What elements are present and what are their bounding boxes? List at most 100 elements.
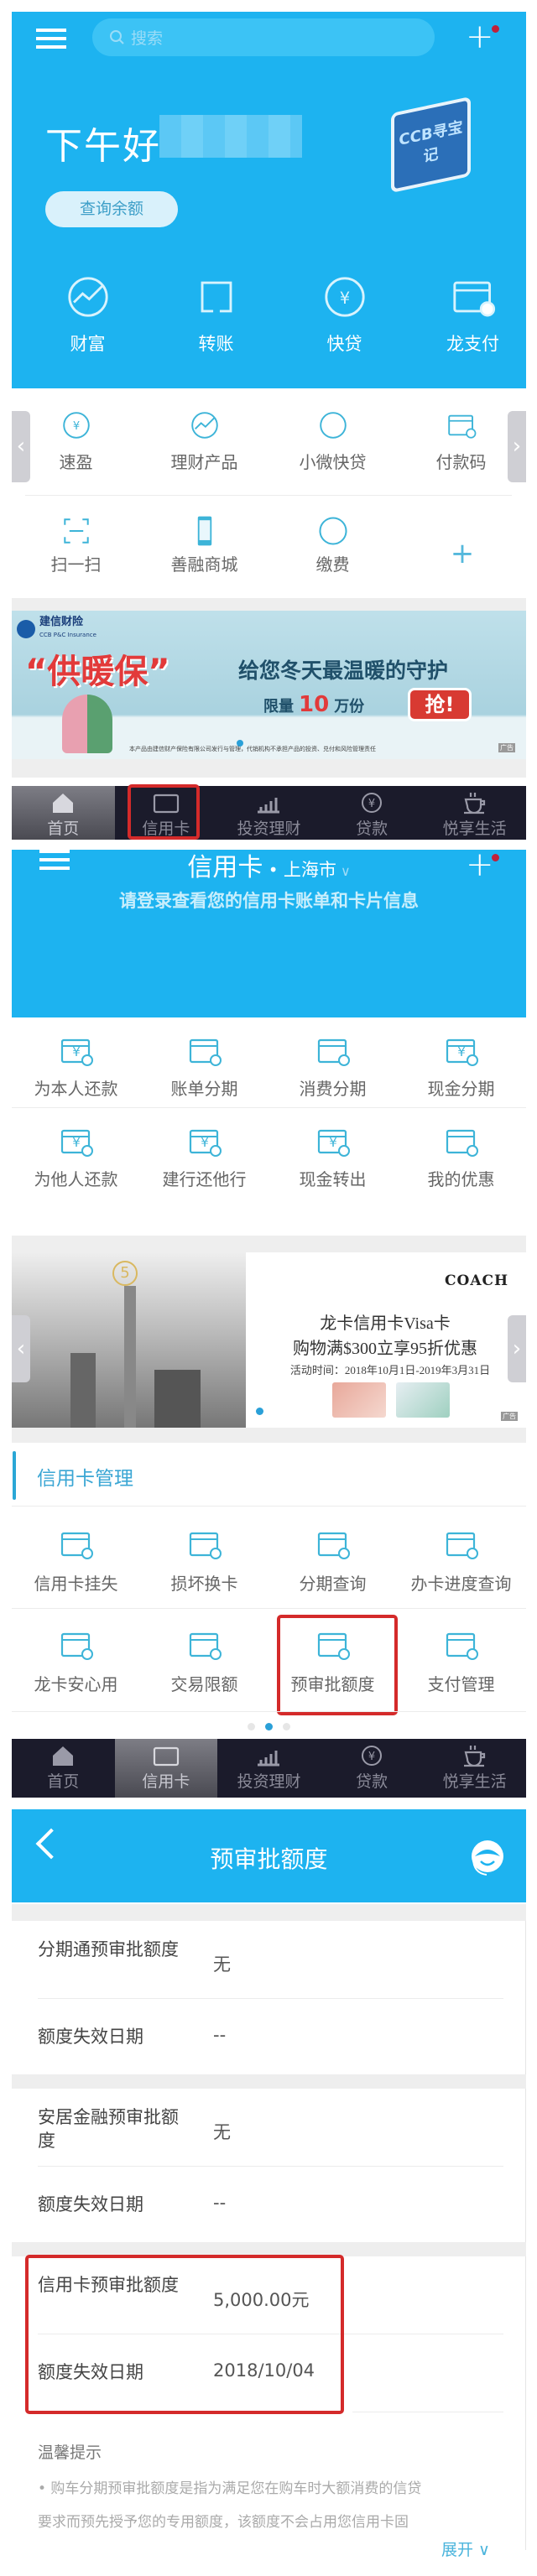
shortcut-phone-shop[interactable]: 善融商城 bbox=[140, 513, 268, 575]
carousel-prev-arrow[interactable]: ‹ bbox=[12, 1315, 30, 1382]
preapproval-limit-value: 无 bbox=[213, 1954, 231, 1975]
notification-dot bbox=[492, 25, 499, 33]
shortcut-installment-query[interactable]: 分期查询 bbox=[268, 1525, 397, 1595]
shortcut-repay-others[interactable]: ¥ 为他人还款 bbox=[12, 1122, 140, 1190]
shortcut-yuan-exchange[interactable]: ¥ 速盈 bbox=[12, 409, 140, 473]
tab-label: 贷款 bbox=[356, 820, 388, 838]
tab-bar-chart[interactable]: 投资理财 bbox=[217, 786, 321, 840]
expiry-date-value: -- bbox=[213, 2025, 227, 2045]
shortcut-transfer[interactable]: 转账 bbox=[152, 272, 280, 356]
tab-home[interactable]: 首页 bbox=[12, 786, 115, 840]
tab-home[interactable]: 首页 bbox=[12, 1739, 115, 1798]
shortcut-label: 善融商城 bbox=[170, 554, 238, 575]
tab-yuan-circle[interactable]: ¥ 贷款 bbox=[321, 786, 424, 840]
shortcut-building[interactable]: 小微快贷 bbox=[268, 409, 397, 473]
bill-installment-icon bbox=[140, 1032, 268, 1075]
shortcut-qr-code[interactable]: 付款码 bbox=[397, 409, 525, 473]
tab-yuan-circle[interactable]: ¥ 贷款 bbox=[321, 1739, 424, 1798]
coach-banner[interactable]: 5 COACH 龙卡信用卡Visa卡 购物满$300立享95折优惠 活动时间：2… bbox=[12, 1252, 526, 1428]
qr-code-icon bbox=[397, 409, 525, 449]
shortcut-repay-other-bank[interactable]: ¥ 建行还他行 bbox=[140, 1122, 268, 1190]
ad-tag: 广告 bbox=[501, 1412, 518, 1421]
chevron-down-icon[interactable]: ∨ bbox=[336, 863, 351, 879]
home-header: 搜索 + 下午好 CCB寻宝记 查询余额 财富 转账 ¥ 快贷 龙支付 bbox=[12, 12, 526, 388]
check-balance-button[interactable]: 查询余额 bbox=[45, 191, 178, 227]
repay-others-icon: ¥ bbox=[12, 1122, 140, 1166]
tips-line-1: • 购车分期预审批额度是指为满足您在购车时大额消费的信贷 bbox=[38, 2480, 422, 2497]
shortcut-progress-query[interactable]: 办卡进度查询 bbox=[397, 1525, 525, 1595]
svg-text:¥: ¥ bbox=[457, 1044, 466, 1059]
shortcut-limit-settings[interactable]: 交易限额 bbox=[140, 1626, 268, 1695]
svg-text:¥: ¥ bbox=[368, 798, 375, 810]
shortcut-payment-tools[interactable]: 支付管理 bbox=[397, 1626, 525, 1695]
shortcut-label: 支付管理 bbox=[427, 1674, 495, 1694]
shortcut-cash-out[interactable]: ¥ 现金转出 bbox=[268, 1122, 397, 1190]
add-plus-icon[interactable]: + bbox=[466, 20, 494, 54]
expand-button[interactable]: 展开 ∨ bbox=[441, 2537, 490, 2560]
repay-other-bank-icon: ¥ bbox=[140, 1122, 268, 1166]
shortcut-shield-card[interactable]: 龙卡安心用 bbox=[12, 1626, 140, 1695]
shortcut-long-pay[interactable]: 龙支付 bbox=[409, 272, 537, 356]
page-dot[interactable] bbox=[264, 1723, 273, 1730]
shortcut-label: 小微快贷 bbox=[299, 452, 367, 472]
add-plus-icon[interactable]: + bbox=[466, 848, 494, 882]
carousel-next-arrow[interactable]: › bbox=[508, 1315, 526, 1382]
divider bbox=[38, 2166, 503, 2167]
yuan-circle-icon: ¥ bbox=[321, 1744, 424, 1767]
shortcut-scan[interactable]: 扫一扫 bbox=[12, 513, 140, 575]
tab-credit-card[interactable]: 信用卡 bbox=[114, 1739, 218, 1798]
cash-installment-icon: ¥ bbox=[397, 1032, 525, 1075]
page-dot[interactable] bbox=[247, 1723, 255, 1730]
shortcut-repay-self[interactable]: ¥ 为本人还款 bbox=[12, 1032, 140, 1100]
shortcut-growth-arrow[interactable]: 财富 bbox=[23, 272, 152, 356]
highlight-preapproval-item bbox=[277, 1615, 398, 1715]
shortcut-label: 为本人还款 bbox=[34, 1079, 118, 1099]
highlight-credit-card-preapproval bbox=[25, 2255, 344, 2414]
divider bbox=[12, 1608, 526, 1609]
shortcut-quick-loan[interactable]: ¥ 快贷 bbox=[280, 272, 409, 356]
shortcut-water-drop[interactable]: 缴费 bbox=[268, 513, 397, 575]
section-title: 信用卡管理 bbox=[37, 1468, 133, 1490]
insurance-banner[interactable]: 建信财险 CCB P&C Insurance “供暖保” 给您冬天最温暖的守护 限… bbox=[12, 611, 526, 759]
carousel-prev-arrow[interactable]: ‹ bbox=[12, 411, 30, 482]
add-shortcut-button[interactable]: + bbox=[429, 537, 496, 570]
shortcut-coupon[interactable]: 我的优惠 bbox=[397, 1122, 525, 1190]
coupon-icon bbox=[397, 1122, 525, 1166]
tab-label: 信用卡 bbox=[142, 1772, 190, 1791]
divider bbox=[12, 1506, 526, 1507]
customer-service-icon[interactable] bbox=[467, 1836, 508, 1878]
page-dot[interactable] bbox=[282, 1723, 290, 1730]
shortcut-bill-installment[interactable]: 账单分期 bbox=[140, 1032, 268, 1100]
carousel-dot bbox=[237, 740, 243, 747]
svg-text:¥: ¥ bbox=[329, 1135, 337, 1150]
banner-line-3: 活动时间：2018年10月1日-2019年3月31日 bbox=[289, 1364, 491, 1376]
credit-title[interactable]: 信用卡 • 上海市 ∨ bbox=[12, 846, 526, 883]
carousel-next-arrow[interactable]: › bbox=[508, 411, 526, 482]
tab-bar-chart[interactable]: 投资理财 bbox=[217, 1739, 321, 1798]
home-icon bbox=[12, 1744, 115, 1767]
banner-limit: 限量 10 万份 bbox=[263, 692, 365, 717]
tab-coffee-cup[interactable]: 悦享生活 bbox=[423, 786, 526, 840]
grab-button[interactable]: 抢! bbox=[408, 688, 472, 721]
banner-headline: “供暖保” bbox=[25, 653, 170, 691]
menu-icon[interactable] bbox=[36, 29, 66, 49]
banner-line-2: 购物满$300立享95折优惠 bbox=[293, 1340, 477, 1358]
ccb-treasure-badge[interactable]: CCB寻宝记 bbox=[391, 96, 471, 194]
shortcut-replace-card[interactable]: 损坏换卡 bbox=[140, 1525, 268, 1595]
shortcut-label: 龙卡安心用 bbox=[34, 1674, 118, 1694]
shortcut-report-loss[interactable]: 信用卡挂失 bbox=[12, 1525, 140, 1595]
login-prompt[interactable]: 请登录查看您的信用卡账单和卡片信息 bbox=[12, 887, 526, 913]
tips-line-2: 要求而预先授予您的专用额度，该额度不会占用您信用卡固 bbox=[38, 2514, 409, 2531]
tab-label: 投资理财 bbox=[237, 820, 301, 838]
yuan-exchange-icon: ¥ bbox=[12, 409, 140, 449]
tab-coffee-cup[interactable]: 悦享生活 bbox=[423, 1739, 526, 1798]
shortcut-cash-installment[interactable]: ¥ 现金分期 bbox=[397, 1032, 525, 1100]
carousel-dot bbox=[256, 1408, 263, 1415]
search-input[interactable]: 搜索 bbox=[92, 18, 435, 56]
section-gap bbox=[12, 1904, 526, 1921]
shortcut-consume-installment[interactable]: 消费分期 bbox=[268, 1032, 397, 1100]
svg-text:¥: ¥ bbox=[368, 1751, 375, 1763]
city-selector[interactable]: 上海市 bbox=[284, 860, 336, 880]
expiry-date-label: 额度失效日期 bbox=[38, 2027, 143, 2047]
shortcut-trend[interactable]: 理财产品 bbox=[140, 409, 268, 473]
